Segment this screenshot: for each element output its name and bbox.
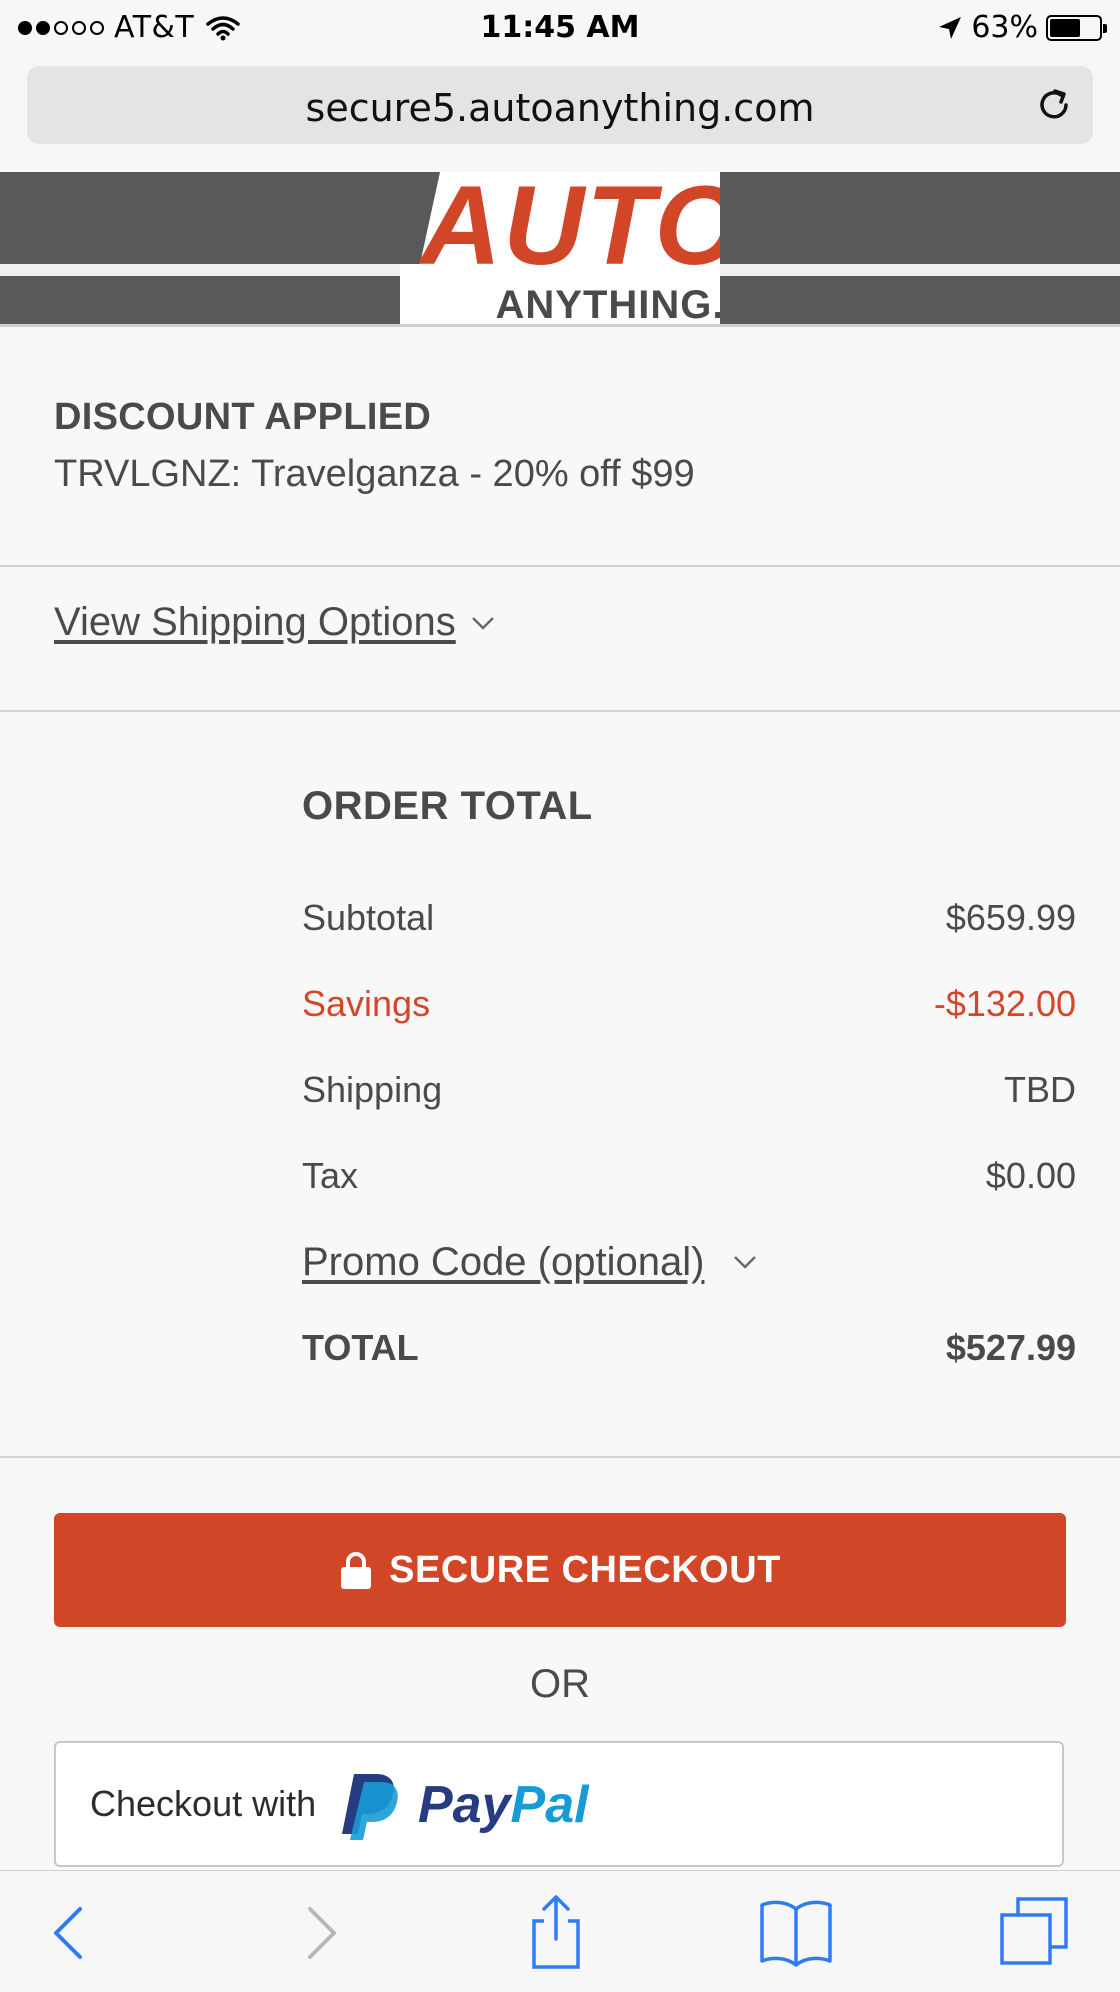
savings-label: Savings (302, 983, 431, 1024)
savings-value: -$132.00 (933, 983, 1076, 1024)
discount-section: DISCOUNT APPLIED TRVLGNZ: Travelganza - … (54, 396, 1054, 496)
paypal-checkout-button[interactable]: Checkout with PayPal (54, 1741, 1064, 1867)
paypal-brand-text: PayPal (418, 1776, 590, 1834)
status-bar: AT&T 11:45 AM 63% (0, 0, 1120, 56)
forward-arrow-icon[interactable] (280, 1893, 360, 1973)
subtotal-label: Subtotal (302, 897, 435, 938)
share-icon[interactable] (516, 1893, 596, 1973)
secure-checkout-label[interactable]: SECURE CHECKOUT (389, 1549, 781, 1592)
battery-icon (1046, 14, 1107, 41)
tabs-icon[interactable] (996, 1893, 1076, 1973)
or-separator: OR (530, 1662, 590, 1706)
lock-icon (341, 1552, 372, 1589)
tax-row: Tax $0.00 (302, 1133, 1076, 1219)
subtotal-row: Subtotal $659.99 (302, 875, 1076, 961)
section-divider (0, 710, 1120, 712)
autoanything-logo[interactable]: AUTO ANYTHING. (400, 172, 720, 324)
subtotal-value: $659.99 (945, 897, 1076, 938)
battery-percent: 63% (971, 10, 1038, 45)
promo-code-row: Promo Code (optional) (302, 1219, 1076, 1305)
total-label: TOTAL (302, 1327, 419, 1368)
battery-fill (1050, 18, 1081, 37)
total-value: $527.99 (945, 1327, 1076, 1368)
bookmarks-icon[interactable] (756, 1893, 836, 1973)
browser-address-area: secure5.autoanything.com (0, 56, 1120, 172)
address-bar[interactable]: secure5.autoanything.com (27, 66, 1093, 144)
shipping-row: Shipping TBD (302, 1047, 1076, 1133)
tax-value: $0.00 (985, 1155, 1076, 1196)
paypal-prefix-label[interactable]: Checkout with (90, 1783, 316, 1825)
logo-text-anything: ANYTHING. (496, 283, 721, 324)
discount-description: TRVLGNZ: Travelganza - 20% off $99 (54, 453, 695, 495)
back-arrow-icon[interactable] (30, 1893, 110, 1973)
paypal-logo: PayPal (342, 1774, 590, 1840)
logo-text-auto: AUTO (417, 172, 720, 288)
shipping-label: Shipping (302, 1069, 443, 1110)
savings-row: Savings -$132.00 (302, 961, 1076, 1047)
promo-code-label[interactable]: Promo Code (optional) (302, 1240, 704, 1285)
section-divider (0, 1456, 1120, 1458)
location-arrow-icon (939, 16, 962, 39)
section-divider (0, 565, 1120, 567)
header-divider (0, 324, 1120, 327)
secure-checkout-button[interactable]: SECURE CHECKOUT (54, 1513, 1066, 1627)
order-total-section: ORDER TOTAL Subtotal $659.99 Savings -$1… (302, 784, 1076, 1391)
reload-icon[interactable] (1033, 84, 1075, 126)
total-row: TOTAL $527.99 (302, 1305, 1076, 1391)
view-shipping-options-link[interactable]: View Shipping Options (54, 600, 496, 645)
browser-toolbar (0, 1870, 1120, 1992)
tax-label: Tax (302, 1155, 359, 1196)
order-total-title: ORDER TOTAL (302, 784, 593, 828)
url-text[interactable]: secure5.autoanything.com (27, 86, 1093, 130)
promo-code-link[interactable]: Promo Code (optional) (302, 1240, 758, 1285)
chevron-down-icon (471, 616, 494, 630)
status-right: 63% (937, 10, 1107, 45)
site-header: AUTO ANYTHING. (0, 172, 1120, 324)
shipping-value: TBD (1004, 1069, 1076, 1110)
discount-title: DISCOUNT APPLIED (54, 396, 432, 438)
view-shipping-options-label[interactable]: View Shipping Options (54, 600, 456, 645)
chevron-down-icon (734, 1256, 757, 1269)
